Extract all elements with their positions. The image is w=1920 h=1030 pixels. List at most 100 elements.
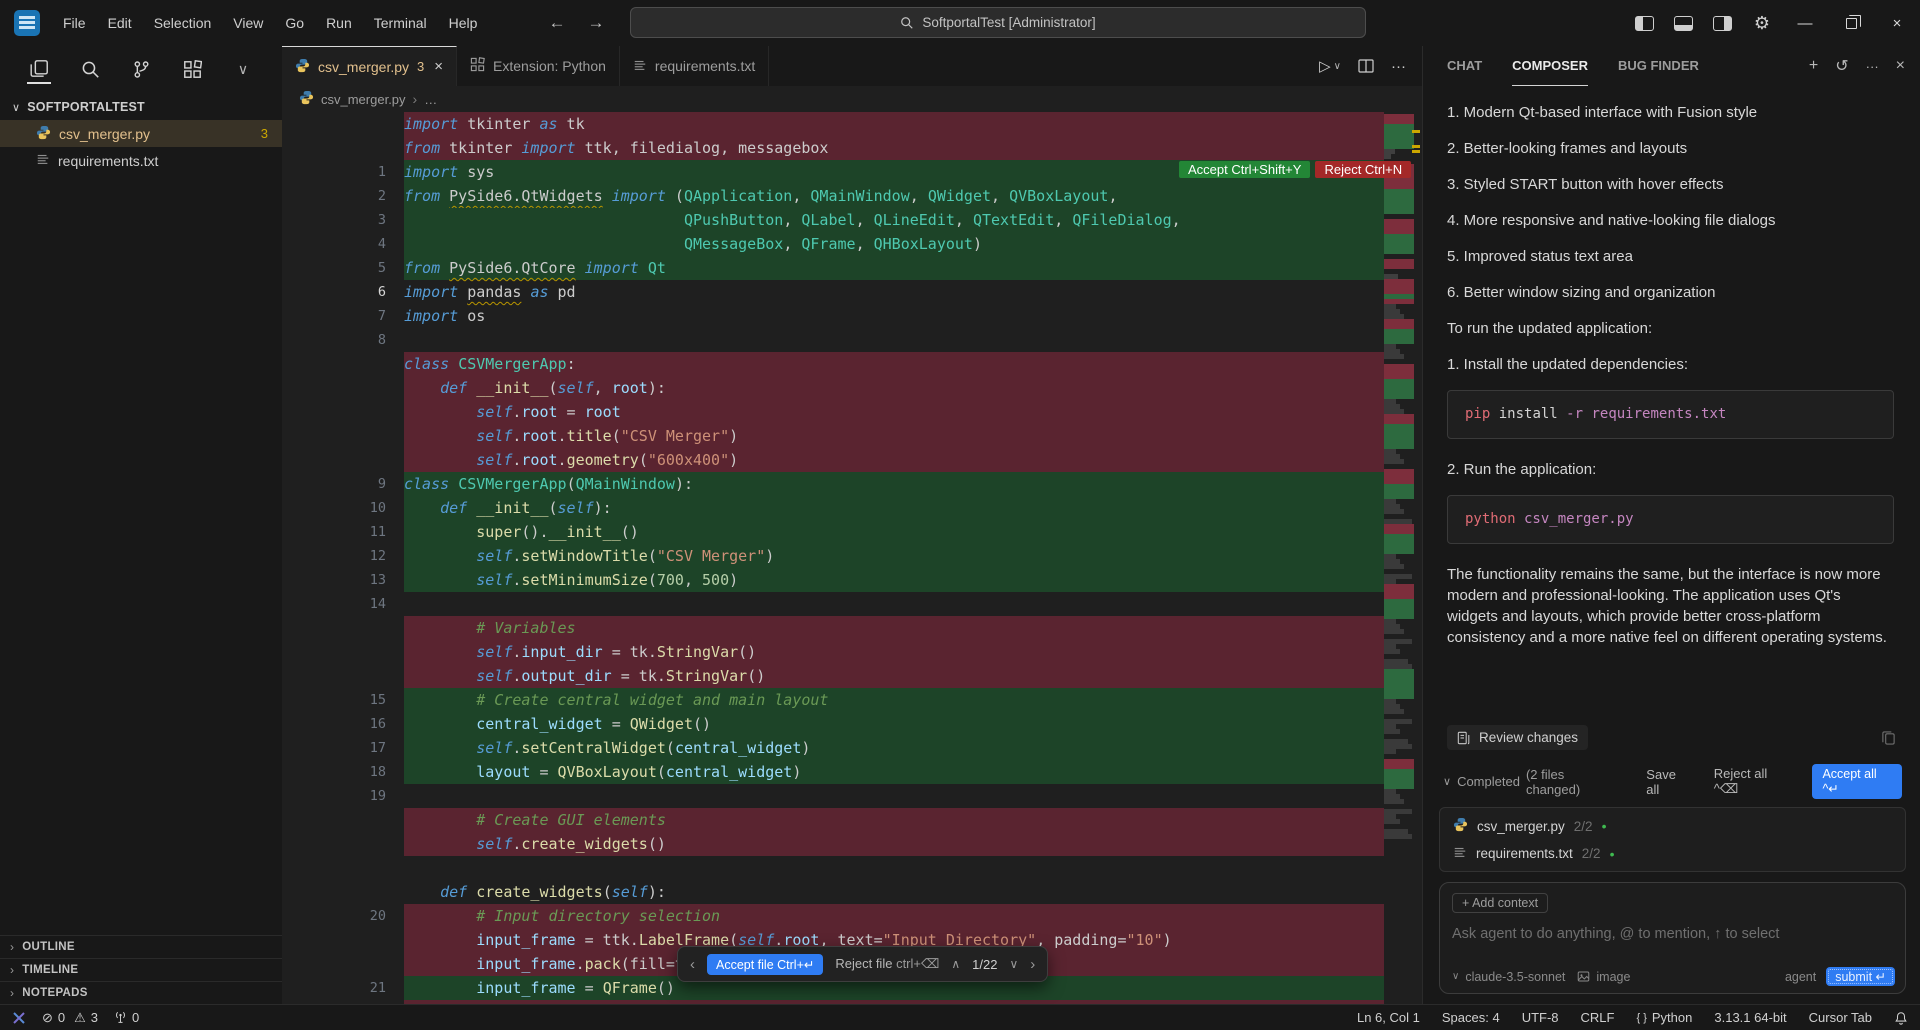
restore-button[interactable] bbox=[1828, 0, 1874, 46]
code-editor[interactable]: import tkinter as tkfrom tkinter import … bbox=[282, 112, 1422, 1004]
indentation[interactable]: Spaces: 4 bbox=[1442, 1010, 1500, 1025]
tab-csv-merger-py[interactable]: csv_merger.py3× bbox=[282, 46, 457, 86]
nav-back-icon[interactable]: ← bbox=[548, 13, 565, 33]
toggle-sidebar-icon[interactable] bbox=[1635, 16, 1654, 31]
chevron-down-icon[interactable]: ∨ bbox=[1334, 61, 1341, 72]
accept-diff-button[interactable]: Accept Ctrl+Shift+Y bbox=[1179, 161, 1310, 178]
code-line[interactable]: from tkinter import ttk, filedialog, mes… bbox=[282, 136, 1422, 160]
code-line[interactable]: 18 layout = QVBoxLayout(central_widget) bbox=[282, 760, 1422, 784]
code-line[interactable]: 10 def __init__(self): bbox=[282, 496, 1422, 520]
toggle-panel-icon[interactable] bbox=[1674, 16, 1693, 31]
cursor-tab-status[interactable]: Cursor Tab bbox=[1809, 1010, 1872, 1025]
close-panel-icon[interactable]: × bbox=[1896, 57, 1905, 75]
chevron-down-icon[interactable]: ∨ bbox=[231, 54, 255, 84]
code-line[interactable]: import tkinter as tk bbox=[282, 112, 1422, 136]
remote-icon[interactable] bbox=[12, 1011, 26, 1025]
menu-file[interactable]: File bbox=[52, 0, 97, 46]
menu-run[interactable]: Run bbox=[315, 0, 363, 46]
agent-label[interactable]: agent bbox=[1785, 970, 1816, 984]
code-line[interactable]: 20 # Input directory selection bbox=[282, 904, 1422, 928]
menu-selection[interactable]: Selection bbox=[143, 0, 223, 46]
save-all-button[interactable]: Save all bbox=[1646, 767, 1689, 797]
code-line[interactable]: def __init__(self, root): bbox=[282, 376, 1422, 400]
menu-view[interactable]: View bbox=[222, 0, 274, 46]
code-line[interactable]: 17 self.setCentralWidget(central_widget) bbox=[282, 736, 1422, 760]
code-line[interactable]: 3 QPushButton, QLabel, QLineEdit, QTextE… bbox=[282, 208, 1422, 232]
tab-extension-python[interactable]: Extension: Python bbox=[457, 46, 620, 86]
code-line[interactable]: # Create GUI elements bbox=[282, 808, 1422, 832]
minimap[interactable] bbox=[1384, 114, 1420, 839]
chevron-down-icon[interactable]: ∨ bbox=[1443, 775, 1451, 788]
submit-button[interactable]: submit ↵ bbox=[1826, 967, 1895, 986]
panel-tab-chat[interactable]: CHAT bbox=[1447, 46, 1482, 86]
breadcrumb[interactable]: csv_merger.py › … bbox=[282, 86, 1422, 112]
panel-tab-bug-finder[interactable]: BUG FINDER bbox=[1618, 46, 1699, 86]
code-line[interactable] bbox=[282, 856, 1422, 880]
changed-file-csv_merger.py[interactable]: csv_merger.py2/2• bbox=[1440, 812, 1905, 840]
search-icon[interactable] bbox=[78, 54, 102, 84]
accept-all-button[interactable]: Accept all ^↵ bbox=[1812, 764, 1902, 799]
sidebar-section-notepads[interactable]: ›NOTEPADS bbox=[0, 981, 282, 1004]
code-line[interactable]: 14 bbox=[282, 592, 1422, 616]
code-line[interactable]: 8 bbox=[282, 328, 1422, 352]
code-line[interactable]: 9class CSVMergerApp(QMainWindow): bbox=[282, 472, 1422, 496]
next-file-icon[interactable]: › bbox=[1030, 956, 1035, 973]
cursor-position[interactable]: Ln 6, Col 1 bbox=[1357, 1010, 1420, 1025]
encoding[interactable]: UTF-8 bbox=[1522, 1010, 1559, 1025]
chevron-down-icon[interactable]: ∨ bbox=[1452, 971, 1459, 982]
code-line[interactable]: def create_widgets(self): bbox=[282, 880, 1422, 904]
close-button[interactable]: × bbox=[1874, 0, 1920, 46]
reject-file-button[interactable]: Reject file ctrl+⌫ bbox=[835, 956, 939, 972]
code-line[interactable]: 4 QMessageBox, QFrame, QHBoxLayout) bbox=[282, 232, 1422, 256]
panel-tab-composer[interactable]: COMPOSER bbox=[1512, 46, 1588, 86]
gear-icon[interactable]: ⚙ bbox=[1754, 13, 1770, 34]
run-button[interactable]: ▷∨ bbox=[1319, 57, 1341, 75]
sidebar-section-outline[interactable]: ›OUTLINE bbox=[0, 935, 282, 958]
ports-status[interactable]: 0 bbox=[114, 1010, 139, 1025]
tab-requirements-txt[interactable]: requirements.txt bbox=[620, 46, 769, 86]
menu-terminal[interactable]: Terminal bbox=[363, 0, 438, 46]
sidebar-section-timeline[interactable]: ›TIMELINE bbox=[0, 958, 282, 981]
source-control-icon[interactable] bbox=[129, 54, 153, 84]
prev-file-icon[interactable]: ‹ bbox=[690, 956, 695, 973]
code-line[interactable]: # Variables bbox=[282, 616, 1422, 640]
close-tab-icon[interactable]: × bbox=[434, 58, 443, 75]
problems-status[interactable]: ⊘0 ⚠3 bbox=[42, 1010, 98, 1026]
add-context-button[interactable]: + Add context bbox=[1452, 893, 1548, 913]
breadcrumb-symbol[interactable]: … bbox=[424, 92, 437, 107]
composer-placeholder[interactable]: Ask agent to do anything, @ to mention, … bbox=[1452, 926, 1893, 942]
menu-go[interactable]: Go bbox=[274, 0, 315, 46]
model-selector[interactable]: claude-3.5-sonnet bbox=[1465, 970, 1565, 984]
code-line[interactable]: 12 self.setWindowTitle("CSV Merger") bbox=[282, 544, 1422, 568]
explorer-file-requirements.txt[interactable]: requirements.txt bbox=[0, 147, 282, 174]
code-line[interactable]: 15 # Create central widget and main layo… bbox=[282, 688, 1422, 712]
minimize-button[interactable]: — bbox=[1782, 0, 1828, 46]
code-line[interactable]: 7import os bbox=[282, 304, 1422, 328]
code-line[interactable]: self.root = root bbox=[282, 400, 1422, 424]
code-line[interactable]: 6import pandas as pd bbox=[282, 280, 1422, 304]
extensions-icon[interactable] bbox=[180, 54, 204, 84]
changed-file-requirements.txt[interactable]: requirements.txt2/2• bbox=[1440, 840, 1905, 867]
composer-input[interactable]: + Add context Ask agent to do anything, … bbox=[1439, 882, 1906, 994]
code-line[interactable]: 19 bbox=[282, 784, 1422, 808]
breadcrumb-file[interactable]: csv_merger.py bbox=[321, 92, 406, 107]
code-line[interactable]: self.create_widgets() bbox=[282, 832, 1422, 856]
review-changes-button[interactable]: Review changes bbox=[1447, 725, 1588, 750]
copy-icon[interactable] bbox=[1881, 730, 1896, 745]
eol-sequence[interactable]: CRLF bbox=[1581, 1010, 1615, 1025]
new-chat-icon[interactable]: + bbox=[1809, 57, 1818, 75]
bell-icon[interactable] bbox=[1894, 1011, 1908, 1025]
nav-forward-icon[interactable]: → bbox=[587, 13, 604, 33]
code-line[interactable]: 13 self.setMinimumSize(700, 500) bbox=[282, 568, 1422, 592]
language-mode[interactable]: { } Python bbox=[1636, 1010, 1692, 1025]
split-editor-icon[interactable] bbox=[1358, 59, 1374, 73]
next-change-icon[interactable]: ∨ bbox=[1009, 957, 1018, 971]
explorer-file-csv_merger.py[interactable]: csv_merger.py3 bbox=[0, 120, 282, 147]
prev-change-icon[interactable]: ∧ bbox=[951, 957, 960, 971]
explorer-icon[interactable] bbox=[27, 54, 51, 84]
code-line[interactable]: 16 central_widget = QWidget() bbox=[282, 712, 1422, 736]
code-line[interactable]: 5from PySide6.QtCore import Qt bbox=[282, 256, 1422, 280]
menu-help[interactable]: Help bbox=[438, 0, 489, 46]
more-icon[interactable]: ··· bbox=[1866, 59, 1879, 74]
command-center-search[interactable]: SoftportalTest [Administrator] bbox=[630, 7, 1366, 38]
